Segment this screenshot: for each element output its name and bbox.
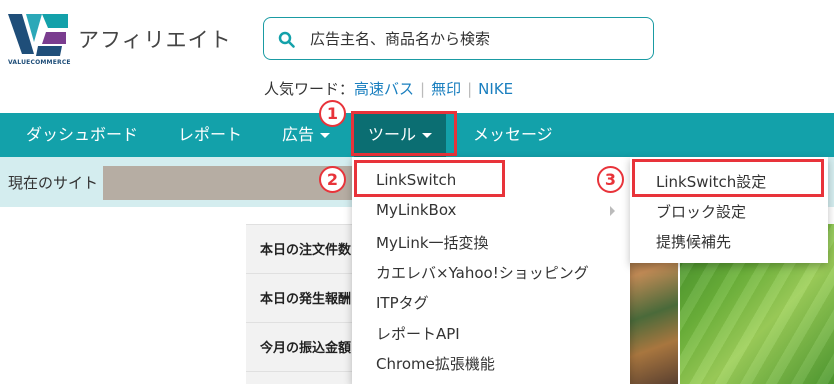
submenu-item-block-settings[interactable]: ブロック設定	[656, 201, 746, 222]
popular-word-link[interactable]: 高速バス	[354, 80, 414, 98]
nav-item-report[interactable]: レポート	[178, 113, 242, 157]
menu-item-report-api[interactable]: レポートAPI	[376, 323, 460, 344]
nav-item-label: 広告	[282, 125, 315, 144]
current-site-label: 現在のサイト	[8, 174, 99, 192]
nav-item-messages[interactable]: メッセージ	[473, 113, 553, 157]
nav-item-dashboard[interactable]: ダッシュボード	[26, 113, 138, 157]
highlight-box-linkswitch	[354, 160, 505, 197]
valuecommerce-logo[interactable]: VALUECOMMERCE	[8, 14, 71, 72]
menu-item-mylink-bulk[interactable]: MyLink一括変換	[376, 232, 489, 253]
step-marker-2: 2	[319, 166, 346, 193]
submenu-item-partner-candidates[interactable]: 提携候補先	[656, 231, 731, 252]
summary-row: 本日の発生報酬	[246, 274, 356, 323]
menu-item-mylinkbox[interactable]: MyLinkBox	[376, 201, 456, 219]
highlight-box-linkswitch-settings	[632, 159, 824, 197]
divider: |	[420, 80, 426, 98]
highlight-box-tools	[351, 111, 457, 156]
divider: |	[467, 80, 473, 98]
search-icon[interactable]	[278, 31, 295, 48]
chevron-right-icon	[610, 206, 615, 216]
chevron-down-icon	[320, 133, 331, 138]
logo-mark-icon	[8, 14, 68, 56]
nav-item-label: レポート	[178, 125, 243, 144]
logo-text: VALUECOMMERCE	[8, 59, 71, 66]
popular-word-link[interactable]: 無印	[431, 80, 461, 98]
summary-table: 本日の注文件数 本日の発生報酬 今月の振込金額	[246, 224, 356, 384]
menu-item-itp-tag[interactable]: ITPタグ	[376, 292, 429, 313]
popular-words: 人気ワード：高速バス | 無印 | NIKE	[264, 78, 513, 99]
app-title: アフィリエイト	[78, 28, 232, 52]
menu-item-chrome-extension[interactable]: Chrome拡張機能	[376, 353, 495, 374]
step-marker-3: 3	[597, 166, 624, 193]
nav-item-label: メッセージ	[473, 125, 553, 144]
step-marker-1: 1	[319, 100, 346, 127]
menu-item-kaereba-yahoo[interactable]: カエレバ×Yahoo!ショッピング	[376, 262, 589, 283]
nav-item-label: ダッシュボード	[26, 125, 139, 144]
search-box[interactable]	[263, 17, 654, 60]
summary-row: 今月の振込金額	[246, 323, 356, 372]
popular-words-label: 人気ワード：	[264, 80, 355, 98]
popular-word-link[interactable]: NIKE	[478, 80, 513, 98]
search-input[interactable]	[310, 18, 640, 59]
summary-row: 本日の注文件数	[246, 225, 356, 274]
